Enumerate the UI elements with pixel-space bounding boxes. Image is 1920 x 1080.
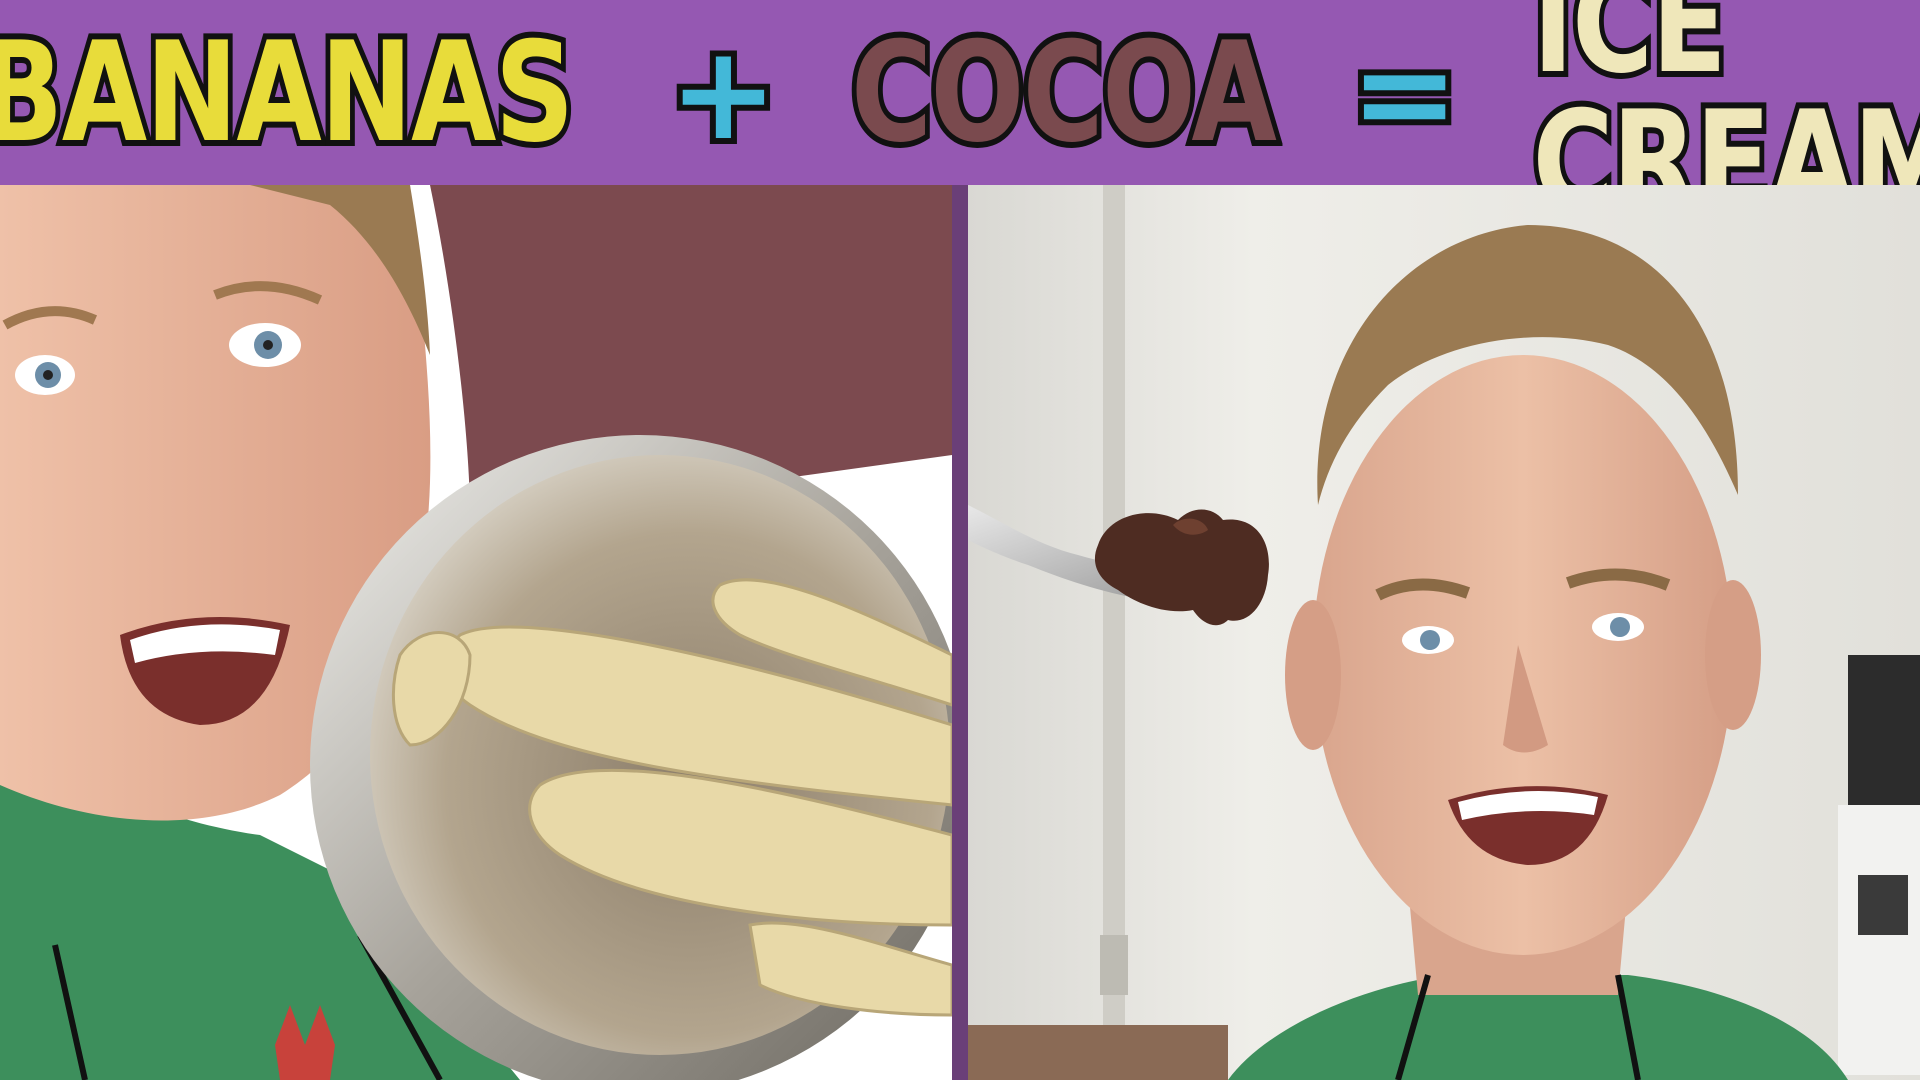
title-equals-sign: = (1344, 16, 1465, 169)
title-word-cocoa: COCOA (846, 11, 1281, 173)
title-word-bananas: BANANAS (0, 11, 579, 173)
title-banner: BANANAS + COCOA = ICE CREAM (0, 0, 1920, 236)
panel-divider (952, 185, 968, 1080)
photo-panels (0, 185, 1920, 1080)
face-right (1313, 355, 1733, 955)
right-photo-ice-cream-spoon (968, 185, 1920, 1080)
left-photo-bananas-bowl (0, 185, 952, 1080)
title-plus-sign: + (663, 16, 784, 169)
